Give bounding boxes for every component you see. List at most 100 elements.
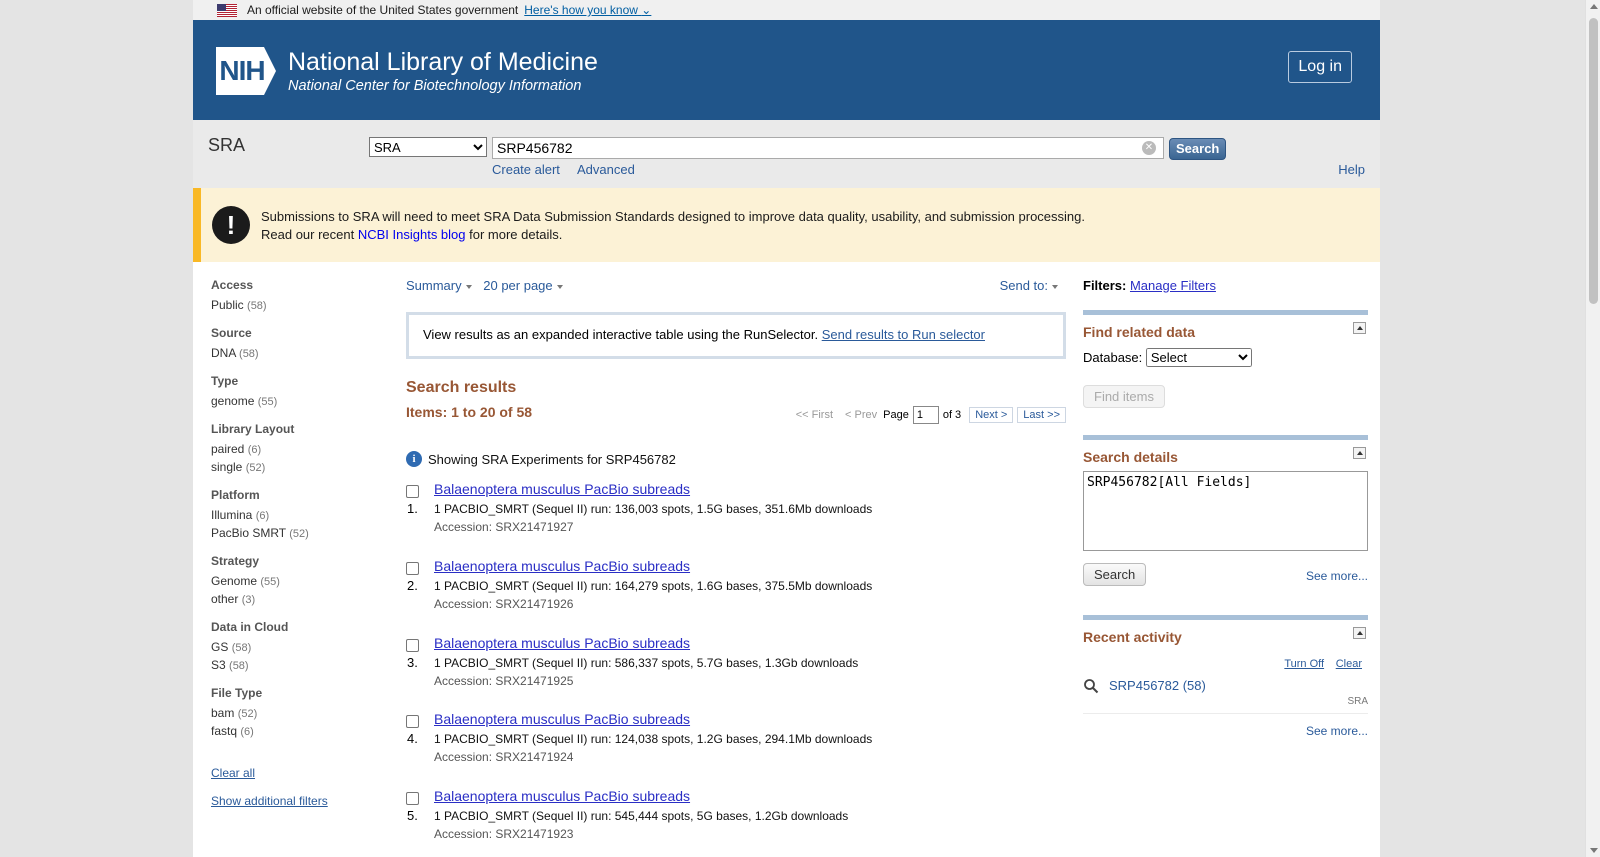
show-additional-filters-link[interactable]: Show additional filters bbox=[211, 794, 328, 808]
send-to-run-selector-link[interactable]: Send results to Run selector bbox=[822, 327, 985, 342]
facet-item-public[interactable]: Public (58) bbox=[211, 297, 381, 315]
result-accession: Accession: SRX21471927 bbox=[434, 520, 574, 534]
last-page-button[interactable]: Last >> bbox=[1017, 407, 1066, 423]
display-options: Summary 20 per page Send to: bbox=[406, 278, 1066, 298]
scroll-down-icon[interactable] bbox=[1590, 848, 1598, 853]
showing-info: i Showing SRA Experiments for SRP456782 bbox=[406, 451, 676, 467]
result-title-link[interactable]: Balaenoptera musculus PacBio subreads bbox=[434, 558, 690, 574]
facet-item-genome-type[interactable]: genome (55) bbox=[211, 393, 381, 411]
submission-notice: ! Submissions to SRA will need to meet S… bbox=[193, 188, 1380, 262]
result-item: 3. Balaenoptera musculus PacBio subreads… bbox=[406, 635, 1066, 707]
insights-blog-link[interactable]: NCBI Insights blog bbox=[358, 227, 466, 242]
facet-item-genome-strategy[interactable]: Genome (55) bbox=[211, 573, 381, 591]
search-details-portlet: Search details SRP456782[All Fields] Sea… bbox=[1083, 435, 1368, 605]
result-checkbox[interactable] bbox=[406, 715, 419, 728]
results-title: Search results bbox=[406, 379, 517, 396]
clear-search-icon[interactable]: ✕ bbox=[1142, 141, 1156, 155]
facet-item-pacbio[interactable]: PacBio SMRT (52) bbox=[211, 525, 381, 543]
result-accession: Accession: SRX21471923 bbox=[434, 827, 574, 841]
search-details-textarea[interactable]: SRP456782[All Fields] bbox=[1083, 471, 1368, 551]
login-button[interactable]: Log in bbox=[1288, 51, 1352, 83]
search-input[interactable] bbox=[492, 137, 1164, 159]
facet-library-layout: Library Layout paired (6) single (52) bbox=[211, 422, 381, 477]
result-title-link[interactable]: Balaenoptera musculus PacBio subreads bbox=[434, 711, 690, 727]
result-title-link[interactable]: Balaenoptera musculus PacBio subreads bbox=[434, 635, 690, 651]
result-item: 2. Balaenoptera musculus PacBio subreads… bbox=[406, 558, 1066, 630]
collapse-icon[interactable] bbox=[1353, 447, 1366, 459]
facet-source: Source DNA (58) bbox=[211, 326, 381, 363]
search-button[interactable]: Search bbox=[1169, 138, 1227, 160]
result-item: 1. Balaenoptera musculus PacBio subreads… bbox=[406, 481, 1066, 553]
recent-see-more-link[interactable]: See more... bbox=[1306, 724, 1368, 738]
page-of-label: of 3 bbox=[942, 409, 962, 421]
facet-item-dna[interactable]: DNA (58) bbox=[211, 345, 381, 363]
facet-item-single[interactable]: single (52) bbox=[211, 459, 381, 477]
per-page-dropdown[interactable]: 20 per page bbox=[483, 278, 563, 293]
recent-search-db: SRA bbox=[1347, 696, 1368, 707]
collapse-icon[interactable] bbox=[1353, 322, 1366, 334]
facet-item-fastq[interactable]: fastq (6) bbox=[211, 723, 381, 741]
help-link[interactable]: Help bbox=[1338, 162, 1365, 177]
caret-down-icon bbox=[465, 284, 472, 289]
site-title: National Library of Medicine bbox=[288, 48, 598, 76]
result-checkbox[interactable] bbox=[406, 639, 419, 652]
caret-down-icon bbox=[1052, 284, 1058, 289]
site-subtitle: National Center for Biotechnology Inform… bbox=[288, 78, 582, 94]
advanced-search-link[interactable]: Advanced bbox=[577, 162, 635, 177]
nlm-logo[interactable]: NIH National Library of Medicine Nationa… bbox=[216, 47, 598, 95]
result-title-link[interactable]: Balaenoptera musculus PacBio subreads bbox=[434, 788, 690, 804]
result-description: 1 PACBIO_SMRT (Sequel II) run: 545,444 s… bbox=[434, 809, 849, 823]
runselector-text: View results as an expanded interactive … bbox=[423, 327, 819, 342]
page-scrollbar[interactable] bbox=[1585, 0, 1600, 857]
first-page-link: << First bbox=[795, 409, 834, 421]
search-icon bbox=[1083, 678, 1099, 697]
result-description: 1 PACBIO_SMRT (Sequel II) run: 136,003 s… bbox=[434, 502, 873, 516]
facet-item-illumina[interactable]: Illumina (6) bbox=[211, 507, 381, 525]
result-checkbox[interactable] bbox=[406, 485, 419, 498]
facet-item-bam[interactable]: bam (52) bbox=[211, 705, 381, 723]
result-description: 1 PACBIO_SMRT (Sequel II) run: 586,337 s… bbox=[434, 656, 859, 670]
facet-item-s3[interactable]: S3 (58) bbox=[211, 657, 381, 675]
nih-logo-icon: NIH bbox=[216, 47, 276, 95]
related-database-select[interactable]: Select bbox=[1145, 348, 1252, 367]
send-to-dropdown[interactable]: Send to: bbox=[1000, 278, 1058, 293]
result-description: 1 PACBIO_SMRT (Sequel II) run: 124,038 s… bbox=[434, 732, 873, 746]
create-alert-link[interactable]: Create alert bbox=[492, 162, 560, 177]
scroll-up-icon[interactable] bbox=[1590, 4, 1598, 9]
search-details-title: Search details bbox=[1083, 449, 1178, 465]
recent-search-link[interactable]: SRP456782 (58) bbox=[1109, 678, 1206, 693]
result-checkbox[interactable] bbox=[406, 792, 419, 805]
recent-activity-portlet: Recent activity Turn Off Clear SRP456782… bbox=[1083, 615, 1368, 755]
find-related-data-title: Find related data bbox=[1083, 324, 1196, 340]
exclamation-icon: ! bbox=[212, 206, 250, 244]
result-accession: Accession: SRX21471925 bbox=[434, 674, 574, 688]
result-checkbox[interactable] bbox=[406, 562, 419, 575]
facet-item-gs[interactable]: GS (58) bbox=[211, 639, 381, 657]
find-related-data-portlet: Find related data Database: Select Find … bbox=[1083, 310, 1368, 420]
page-label: Page bbox=[883, 409, 909, 421]
result-item: 4. Balaenoptera musculus PacBio subreads… bbox=[406, 711, 1066, 783]
clear-activity-link[interactable]: Clear bbox=[1336, 658, 1362, 670]
turn-off-link[interactable]: Turn Off bbox=[1284, 658, 1324, 670]
how-you-know-link[interactable]: Here's how you know ⌄ bbox=[524, 3, 651, 17]
gov-banner: An official website of the United States… bbox=[193, 0, 1380, 20]
clear-all-filters-link[interactable]: Clear all bbox=[211, 766, 255, 780]
caret-down-icon bbox=[556, 284, 563, 289]
result-title-link[interactable]: Balaenoptera musculus PacBio subreads bbox=[434, 481, 690, 497]
scroll-thumb[interactable] bbox=[1589, 18, 1598, 304]
find-items-button[interactable]: Find items bbox=[1083, 385, 1165, 408]
result-number: 4. bbox=[407, 731, 418, 746]
result-number: 1. bbox=[407, 501, 418, 516]
facet-item-paired[interactable]: paired (6) bbox=[211, 441, 381, 459]
database-select[interactable]: SRA bbox=[369, 137, 487, 157]
details-search-button[interactable]: Search bbox=[1083, 563, 1147, 586]
manage-filters-link[interactable]: Manage Filters bbox=[1130, 278, 1216, 293]
format-dropdown[interactable]: Summary bbox=[406, 278, 472, 293]
details-see-more-link[interactable]: See more... bbox=[1306, 569, 1368, 583]
next-page-button[interactable]: Next > bbox=[969, 407, 1014, 423]
database-name: SRA bbox=[208, 135, 246, 155]
facet-item-other[interactable]: other (3) bbox=[211, 591, 381, 609]
collapse-icon[interactable] bbox=[1353, 627, 1366, 639]
notice-line-2: Read our recent NCBI Insights blog for m… bbox=[261, 227, 563, 242]
page-number-input[interactable] bbox=[912, 406, 939, 424]
